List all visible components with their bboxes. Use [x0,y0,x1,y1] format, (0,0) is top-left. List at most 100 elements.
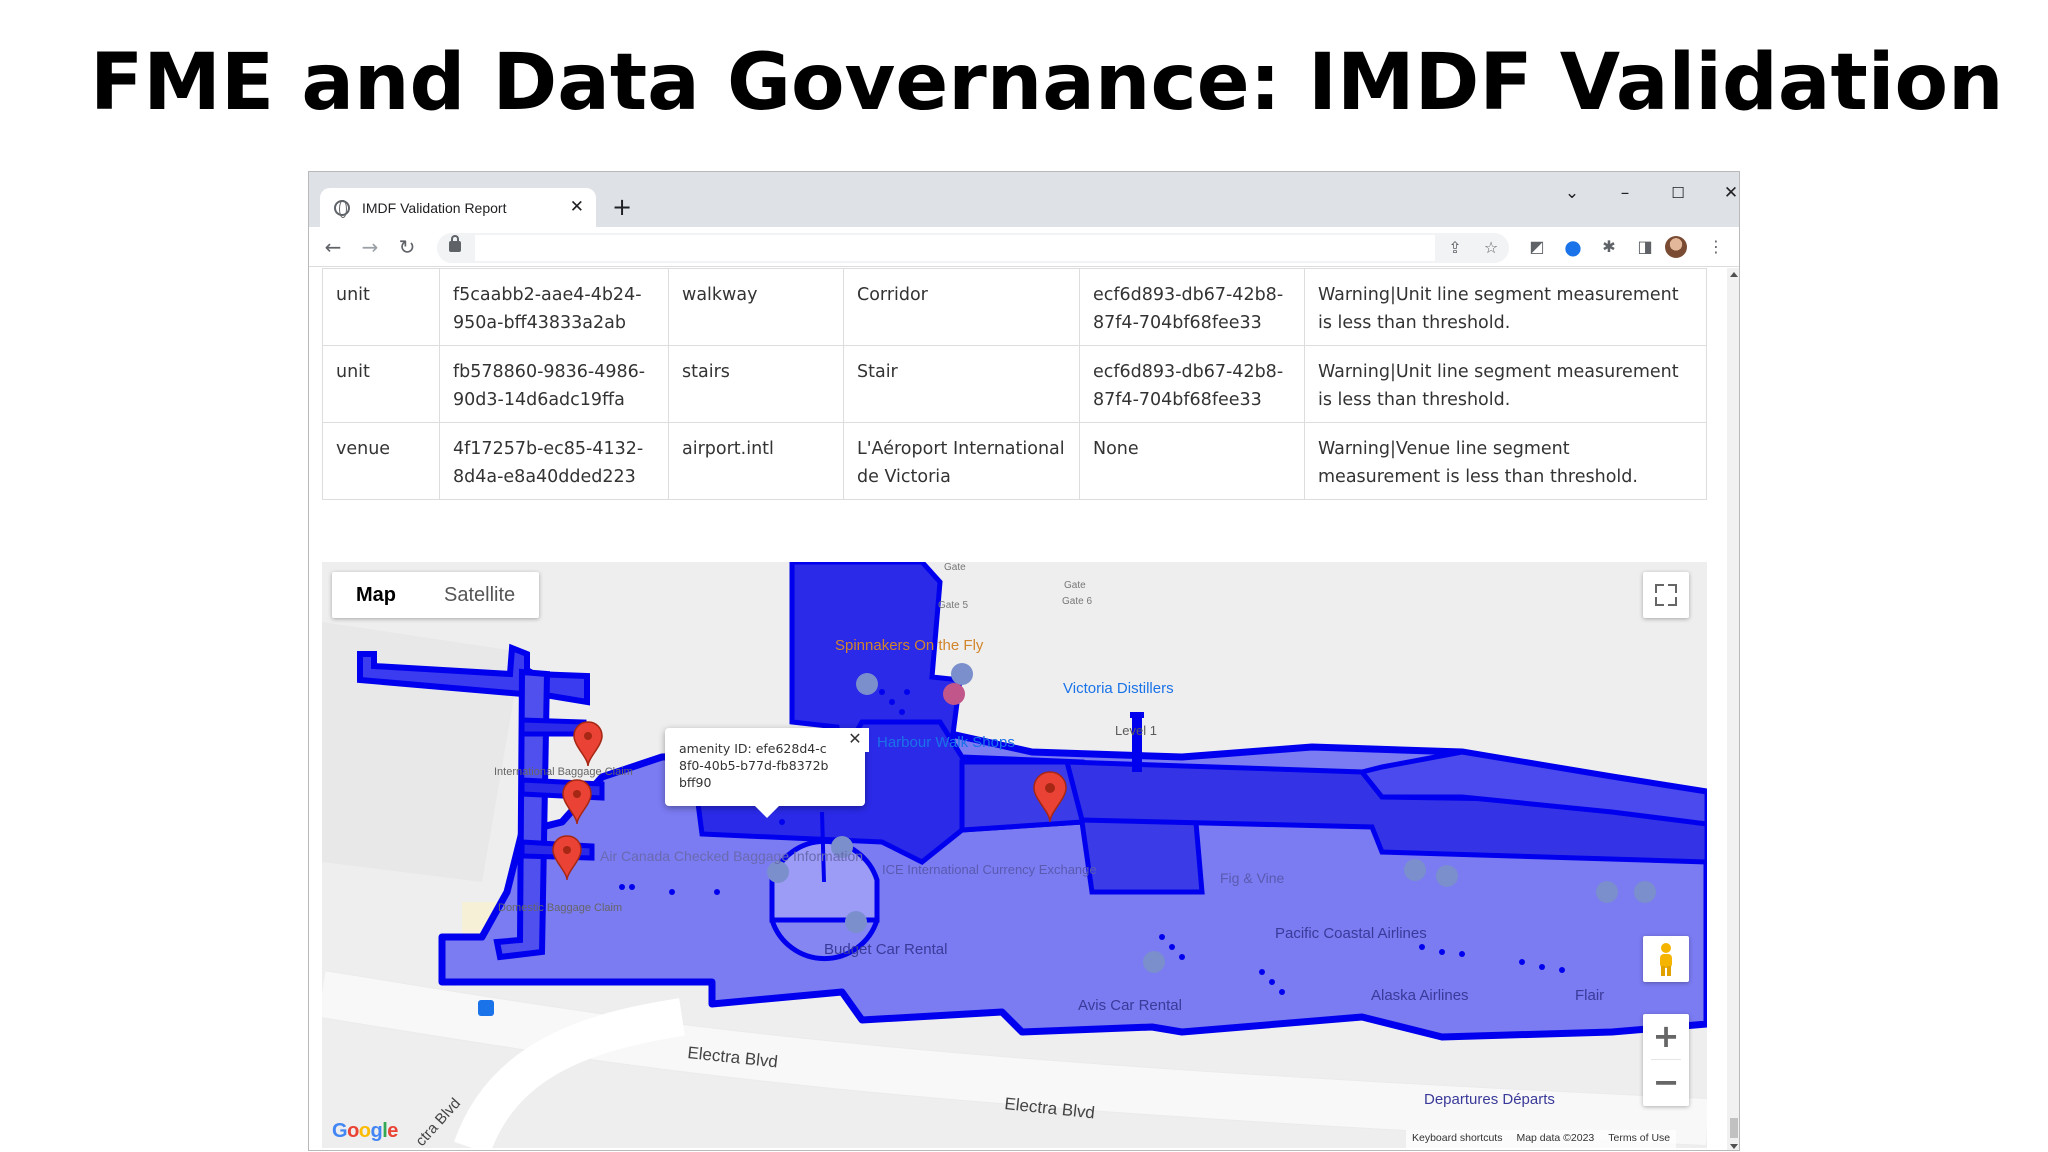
poi-fig: Fig & Vine [1220,870,1285,886]
keyboard-shortcuts-link[interactable]: Keyboard shortcuts [1412,1132,1502,1146]
zoom-in-button[interactable]: + [1643,1014,1689,1060]
bus-stop-icon[interactable] [478,1000,494,1016]
info-window[interactable]: amenity ID: efe628d4-c8f0-40b5-b77d-fb83… [665,728,865,818]
puzzle-icon[interactable]: ✱ [1596,234,1622,260]
map-marker-dot [573,790,581,798]
cell-type: unit [322,345,440,423]
zoom-control: + − [1643,1014,1689,1106]
pegman-icon [1660,943,1672,976]
kebab-menu-icon[interactable]: ⋮ [1703,234,1729,260]
map-canvas[interactable]: Spinnakers On the Fly Victoria Distiller… [322,562,1707,1148]
fullscreen-button[interactable] [1643,572,1689,618]
cell-category: walkway [668,268,844,346]
poi-flair: Flair [1575,987,1604,1004]
reload-button[interactable]: ↻ [393,233,421,261]
cell-name: Corridor [843,268,1080,346]
poi-spinnakers[interactable]: Spinnakers On the Fly [835,637,984,654]
minimize-button[interactable]: – [1604,178,1646,208]
map-attribution: Keyboard shortcuts Map data ©2023 Terms … [1406,1130,1677,1148]
poi-distillers[interactable]: Victoria Distillers [1063,680,1174,697]
browser-window: IMDF Validation Report ✕ + ⌄ – ☐ ✕ ← → ↻… [308,171,1740,1151]
scroll-thumb[interactable] [1730,1118,1738,1138]
tab-close-icon[interactable]: ✕ [570,197,584,217]
vertical-scrollbar[interactable] [1727,268,1739,1150]
cell-id: 4f17257b-ec85-4132-8d4a-e8a40dded223 [439,422,669,500]
url-input[interactable] [475,235,1435,261]
browser-tab[interactable]: IMDF Validation Report ✕ [320,188,596,227]
cell-name: L'Aéroport International de Victoria [843,422,1080,500]
scroll-down-arrow-icon[interactable] [1730,1144,1738,1149]
validation-table: unit f5caabb2-aae4-4b24-950a-bff43833a2a… [322,268,1707,500]
map-type-control[interactable]: Map Satellite [332,572,540,618]
poi-harbour[interactable]: Harbour Walk Shops [877,734,1015,751]
poi-pacific: Pacific Coastal Airlines [1275,925,1427,942]
google-logo-letter: g [370,1120,383,1142]
forward-button[interactable]: → [356,233,384,261]
page-viewport: unit f5caabb2-aae4-4b24-950a-bff43833a2a… [309,268,1727,1150]
fullscreen-corner-icon [1655,584,1664,593]
cell-related-id: ecf6d893-db67-42b8-87f4-704bf68fee33 [1079,345,1305,423]
browser-toolbar: ← → ↻ ⇪ ☆ ◩ ● ✱ ◨ ⋮ [309,227,1739,267]
table-row: unit fb578860-9836-4986-90d3-14d6adc19ff… [322,345,1707,423]
side-panel-icon[interactable]: ◨ [1632,234,1658,260]
cell-category: stairs [668,345,844,423]
zoom-out-button[interactable]: − [1643,1060,1689,1106]
info-window-text: amenity ID: efe628d4-c8f0-40b5-b77d-fb83… [679,741,829,790]
close-window-button[interactable]: ✕ [1710,178,1739,208]
cell-category: airport.intl [668,422,844,500]
cell-message: Warning|Venue line segment measurement i… [1304,422,1707,500]
map-landmass [322,622,522,882]
cell-message: Warning|Unit line segment measurement is… [1304,268,1707,346]
map-data-text: Map data ©2023 [1516,1132,1595,1144]
globe-icon [334,199,350,218]
poi-budget: Budget Car Rental [824,941,947,958]
table-row: venue 4f17257b-ec85-4132-8d4a-e8a40dded2… [322,422,1707,500]
gate-label: Gate [1064,580,1086,591]
map-marker-dot [584,732,592,740]
lock-icon[interactable] [449,235,461,252]
slide: FME and Data Governance: IMDF Validation… [0,0,2048,1152]
pegman-street-view-button[interactable] [1643,936,1689,982]
maximize-button[interactable]: ☐ [1657,178,1699,208]
poi-departures: Departures Départs [1424,1091,1555,1108]
tab-search-dropdown-icon[interactable]: ⌄ [1551,178,1593,208]
blue-extension-icon[interactable]: ● [1560,234,1586,260]
poi-baggage: International Baggage Claim [494,766,633,778]
share-icon[interactable]: ⇪ [1443,236,1467,260]
google-logo-letter: o [358,1120,371,1142]
cell-id: f5caabb2-aae4-4b24-950a-bff43833a2ab [439,268,669,346]
extension-icon[interactable]: ◩ [1524,234,1550,260]
fullscreen-corner-icon [1668,597,1677,606]
cell-related-id: None [1079,422,1305,500]
cell-name: Stair [843,345,1080,423]
bookmark-star-icon[interactable]: ☆ [1479,236,1503,260]
poi-avis: Avis Car Rental [1078,997,1182,1014]
gate-label: Gate 6 [1062,596,1092,607]
map-type-map-button[interactable]: Map [332,572,420,618]
cell-type: unit [322,268,440,346]
google-logo[interactable]: Google [332,1120,398,1143]
map-marker-dot [1045,783,1055,793]
address-bar[interactable]: ⇪ ☆ [437,233,1509,263]
google-logo-letter: o [347,1120,359,1142]
poi-ice: ICE International Currency Exchange [882,862,1097,877]
column-cap [1130,712,1144,718]
map-marker[interactable] [573,721,603,767]
poi-spinnakers-icon [943,683,965,705]
terms-link[interactable]: Terms of Use [1608,1132,1670,1146]
table-row: unit f5caabb2-aae4-4b24-950a-bff43833a2a… [322,268,1707,346]
profile-avatar[interactable] [1665,236,1687,258]
map-layer[interactable]: Spinnakers On the Fly Victoria Distiller… [322,562,1707,1148]
google-logo-text: Google [332,1120,398,1142]
tab-title: IMDF Validation Report [362,199,507,216]
gate-label: Gate 5 [938,600,968,611]
new-tab-button[interactable]: + [606,192,638,224]
cell-id: fb578860-9836-4986-90d3-14d6adc19ffa [439,345,669,423]
fullscreen-corner-icon [1668,584,1677,593]
info-window-close-icon[interactable]: ✕ [841,728,869,752]
scroll-up-arrow-icon[interactable] [1730,272,1738,277]
map-type-satellite-button[interactable]: Satellite [420,572,539,618]
cell-message: Warning|Unit line segment measurement is… [1304,345,1707,423]
tab-strip: IMDF Validation Report ✕ + ⌄ – ☐ ✕ [309,172,1739,227]
back-button[interactable]: ← [319,233,347,261]
